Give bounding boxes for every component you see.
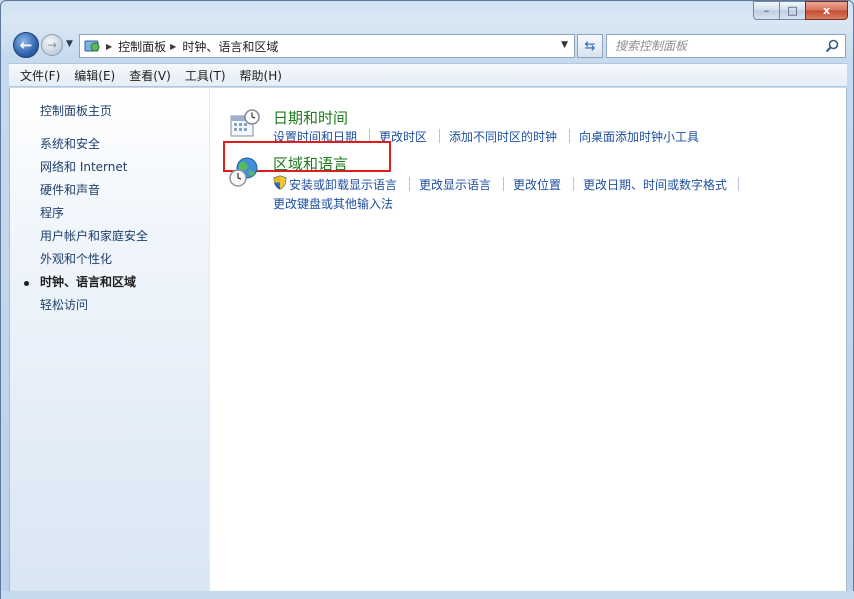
menu-help[interactable]: 帮助(H)	[233, 67, 289, 84]
content-area: 控制面板主页 系统和安全 网络和 Internet 硬件和声音 程序 用户帐户和…	[9, 88, 847, 591]
maximize-button[interactable]: □	[779, 1, 805, 20]
menu-tools[interactable]: 工具(T)	[178, 67, 233, 84]
back-button[interactable]: ←	[13, 32, 39, 58]
close-button[interactable]: x	[805, 1, 848, 20]
globe-clock-icon[interactable]	[229, 156, 261, 188]
breadcrumb-control-panel[interactable]: 控制面板	[118, 38, 166, 55]
task-change-display-language[interactable]: 更改显示语言	[419, 176, 491, 193]
menu-edit[interactable]: 编辑(E)	[67, 67, 122, 84]
back-arrow-icon: ←	[19, 36, 33, 54]
task-install-display-language[interactable]: 安装或卸载显示语言	[289, 176, 397, 193]
sidebar: 控制面板主页 系统和安全 网络和 Internet 硬件和声音 程序 用户帐户和…	[10, 88, 210, 591]
category-date-time-title[interactable]: 日期和时间	[273, 107, 348, 128]
sidebar-item-home[interactable]: 控制面板主页	[40, 102, 112, 119]
task-add-clock-gadget[interactable]: 向桌面添加时钟小工具	[579, 128, 699, 145]
category-region-language-title[interactable]: 区域和语言	[273, 153, 348, 174]
menu-file[interactable]: 文件(F)	[13, 67, 67, 84]
task-change-formats[interactable]: 更改日期、时间或数字格式	[583, 176, 727, 193]
task-separator	[738, 177, 739, 191]
sidebar-item-user-accounts[interactable]: 用户帐户和家庭安全	[40, 227, 148, 244]
navigation-bar: ← → ▼ ▶ 控制面板 ▶ 时钟、语言和区域 ▼ ⇆	[9, 31, 849, 59]
task-separator	[409, 177, 410, 191]
control-panel-icon	[84, 40, 100, 52]
sidebar-item-clock-language-region[interactable]: 时钟、语言和区域	[40, 273, 136, 290]
forward-arrow-icon: →	[46, 38, 58, 52]
search-box[interactable]	[606, 34, 846, 58]
sidebar-item-network[interactable]: 网络和 Internet	[40, 158, 127, 175]
task-add-clocks[interactable]: 添加不同时区的时钟	[449, 128, 557, 145]
task-separator	[503, 177, 504, 191]
refresh-button[interactable]: ⇆	[577, 34, 603, 58]
address-bar[interactable]: ▶ 控制面板 ▶ 时钟、语言和区域 ▼	[79, 34, 575, 58]
task-change-keyboards[interactable]: 更改键盘或其他输入法	[273, 195, 393, 212]
task-change-location[interactable]: 更改位置	[513, 176, 561, 193]
sidebar-item-ease-of-access[interactable]: 轻松访问	[40, 296, 88, 313]
refresh-icon: ⇆	[584, 38, 596, 54]
breadcrumb-clock-language-region[interactable]: 时钟、语言和区域	[182, 38, 278, 55]
sidebar-item-hardware-sound[interactable]: 硬件和声音	[40, 181, 100, 198]
task-separator	[569, 129, 570, 143]
search-icon[interactable]	[825, 39, 839, 53]
sidebar-item-appearance[interactable]: 外观和个性化	[40, 250, 112, 267]
uac-shield-icon	[273, 175, 287, 190]
task-separator	[439, 129, 440, 143]
breadcrumb-separator-icon: ▶	[106, 41, 113, 51]
search-input[interactable]	[615, 36, 815, 56]
window-bottom-frame	[1, 591, 854, 599]
sidebar-item-system-security[interactable]: 系统和安全	[40, 135, 100, 152]
task-separator	[573, 177, 574, 191]
active-bullet-icon	[24, 281, 29, 286]
calendar-clock-icon[interactable]	[229, 108, 261, 140]
chevron-down-icon[interactable]: ▼	[561, 40, 568, 50]
menu-bar: 文件(F) 编辑(E) 查看(V) 工具(T) 帮助(H)	[9, 63, 847, 87]
chevron-down-icon: ▼	[66, 39, 73, 49]
forward-button[interactable]: →	[41, 34, 63, 56]
menu-view[interactable]: 查看(V)	[122, 67, 178, 84]
history-dropdown[interactable]: ▼	[66, 39, 73, 49]
minimize-button[interactable]: –	[753, 1, 779, 20]
sidebar-item-programs[interactable]: 程序	[40, 204, 64, 221]
explorer-window: – □ x ← → ▼ ▶ 控制面板 ▶ 时钟、语言和区域 ▼ ⇆ 搜索控制面板…	[0, 0, 854, 599]
breadcrumb-separator-icon: ▶	[170, 41, 177, 51]
caption-buttons: – □ x	[753, 1, 848, 20]
main-panel: 日期和时间 设置时间和日期 更改时区 添加不同时区的时钟 向桌面添加时钟小工具 …	[211, 88, 847, 591]
